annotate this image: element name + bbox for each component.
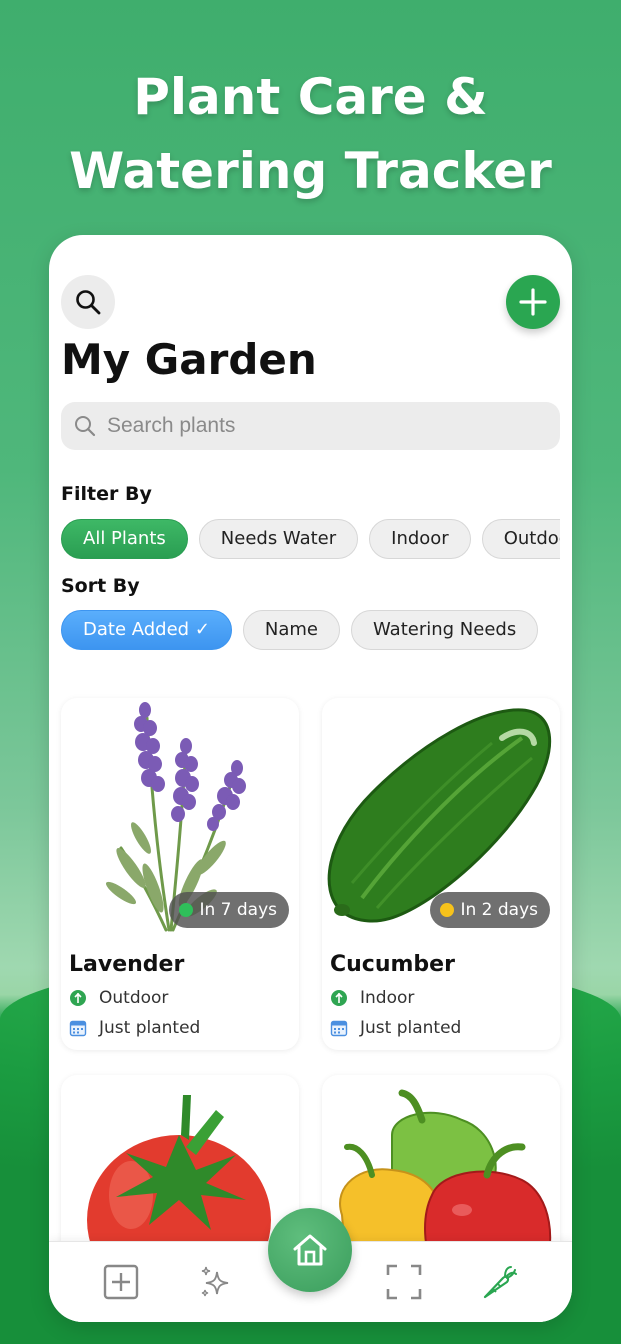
- filter-chip-all-plants[interactable]: All Plants: [61, 519, 188, 559]
- location-icon: [69, 989, 87, 1007]
- location-icon: [330, 989, 348, 1007]
- status-dot-icon: [440, 903, 455, 917]
- page-title: My Garden: [61, 335, 317, 384]
- sort-chip-watering-needs[interactable]: Watering Needs: [351, 610, 539, 650]
- nav-garden[interactable]: [479, 1262, 519, 1302]
- filter-chip-indoor[interactable]: Indoor: [369, 519, 471, 559]
- search-icon: [76, 290, 101, 315]
- plant-location: Outdoor: [69, 988, 168, 1008]
- sort-chip-date-added[interactable]: Date Added ✓: [61, 610, 232, 650]
- plant-card-cucumber[interactable]: In 2 days Cucumber Indoor Just planted: [322, 698, 560, 1050]
- filter-chip-row[interactable]: All PlantsNeeds WaterIndoorOutdoor: [61, 519, 560, 561]
- plus-icon: [519, 288, 547, 316]
- nav-ai[interactable]: [195, 1262, 235, 1302]
- sort-chip-name[interactable]: Name: [242, 610, 341, 650]
- nav-scan[interactable]: [384, 1262, 424, 1302]
- search-icon: [75, 416, 96, 437]
- plant-planted: Just planted: [69, 1018, 200, 1038]
- add-plant-icon: [103, 1264, 139, 1300]
- plant-location: Indoor: [330, 988, 414, 1008]
- plant-card-lavender[interactable]: In 7 days Lavender Outdoor Just planted: [61, 698, 299, 1050]
- plant-location-text: Outdoor: [99, 988, 169, 1008]
- plant-location-text: Indoor: [360, 988, 415, 1008]
- sort-label: Sort By: [61, 575, 140, 597]
- sort-chip-row[interactable]: Date Added ✓ Name Watering Needs: [61, 610, 560, 652]
- calendar-icon: [330, 1019, 348, 1037]
- status-dot-icon: [179, 903, 194, 917]
- plant-name: Cucumber: [330, 952, 455, 977]
- search-button[interactable]: [61, 275, 115, 329]
- watering-badge-text: In 2 days: [460, 900, 538, 920]
- hero-title-line2: Watering Tracker: [69, 142, 552, 200]
- plant-planted: Just planted: [330, 1018, 461, 1038]
- carrot-icon: [483, 1266, 517, 1299]
- home-button[interactable]: [268, 1208, 352, 1292]
- filter-chip-needs-water[interactable]: Needs Water: [198, 519, 359, 559]
- add-plant-button[interactable]: [506, 275, 560, 329]
- sparkles-icon: [201, 1266, 229, 1297]
- plant-name: Lavender: [69, 952, 185, 977]
- plant-planted-text: Just planted: [99, 1018, 201, 1038]
- watering-badge: In 2 days: [430, 892, 550, 928]
- hero-title-line1: Plant Care &: [133, 68, 488, 126]
- nav-add-plant[interactable]: [101, 1262, 141, 1302]
- plant-planted-text: Just planted: [360, 1018, 462, 1038]
- hero-title: Plant Care & Watering Tracker: [0, 60, 621, 208]
- search-input[interactable]: [107, 414, 527, 438]
- watering-badge-text: In 7 days: [199, 900, 277, 920]
- calendar-icon: [69, 1019, 87, 1037]
- watering-badge: In 7 days: [169, 892, 289, 928]
- home-icon: [293, 1234, 327, 1266]
- phone-screen: My Garden Filter By All PlantsNeeds Wate…: [49, 235, 572, 1322]
- filter-chip-outdoor[interactable]: Outdoor: [481, 519, 560, 559]
- scan-icon: [386, 1264, 422, 1300]
- search-bar[interactable]: [61, 402, 560, 450]
- filter-label: Filter By: [61, 483, 152, 505]
